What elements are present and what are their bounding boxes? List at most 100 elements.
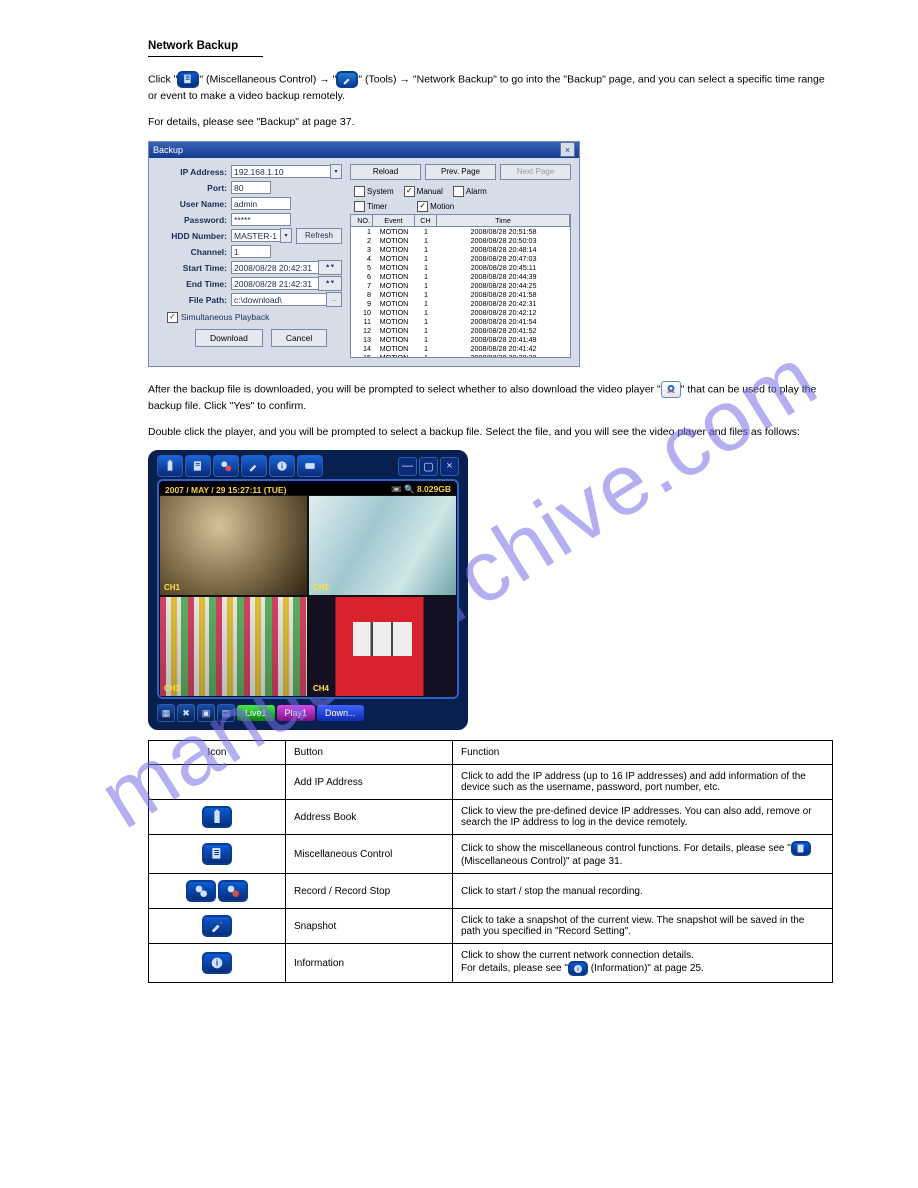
start-spinner[interactable]: ⯅⯆ [318, 260, 342, 275]
motion-checkbox[interactable]: ✓ [417, 201, 428, 212]
timer-checkbox[interactable] [354, 201, 365, 212]
live-tab[interactable]: Live1 [237, 705, 275, 721]
ip-field[interactable]: 192.168.1.10 [231, 165, 331, 178]
simul-label: Simultaneous Playback [181, 312, 269, 322]
record-stop-icon [218, 880, 248, 902]
download-button[interactable]: Download [195, 329, 263, 347]
system-checkbox[interactable] [354, 186, 365, 197]
table-row[interactable]: 5MOTION12008/08/28 20:45:11 [351, 263, 570, 272]
channel-4[interactable]: CH4 [308, 596, 457, 697]
dvr-control-icon[interactable] [297, 455, 323, 477]
dialog-title: Backup [153, 145, 183, 155]
cell-button: Add IP Address [286, 765, 453, 800]
next-page-button[interactable]: Next Page [500, 164, 571, 180]
port-field[interactable]: 80 [231, 181, 271, 194]
table-row[interactable]: 14MOTION12008/08/28 20:41:42 [351, 344, 570, 353]
browse-button[interactable]: … [326, 292, 342, 307]
start-time-field[interactable]: 2008/08/28 20:42:31 [231, 261, 319, 274]
dialog-titlebar[interactable]: Backup × [149, 142, 579, 158]
hdd-dropdown[interactable]: ▾ [280, 228, 292, 243]
user-field[interactable]: admin [231, 197, 291, 210]
label-path: File Path: [157, 295, 231, 305]
after-backup-paragraph: After the backup file is downloaded, you… [148, 381, 833, 414]
play-tab[interactable]: Play1 [277, 705, 316, 721]
manual-checkbox[interactable]: ✓ [404, 186, 415, 197]
table-row[interactable]: 2MOTION12008/08/28 20:50:03 [351, 236, 570, 245]
details-ref-paragraph: For details, please see "Backup" at page… [148, 114, 833, 130]
grid-icon[interactable]: ▦ [157, 704, 175, 722]
info-icon[interactable]: i [269, 455, 295, 477]
channel-field[interactable]: 1 [231, 245, 271, 258]
fullscreen-icon[interactable]: ▣ [197, 704, 215, 722]
misc-control-icon-inline [791, 841, 811, 856]
table-row[interactable]: 12MOTION12008/08/28 20:41:52 [351, 326, 570, 335]
channel-1[interactable]: CH1 [159, 495, 308, 596]
cell-button: Snapshot [286, 909, 453, 944]
th-icon: Icon [149, 741, 286, 765]
text: Click to show the miscellaneous control … [461, 843, 791, 854]
table-row[interactable]: 11MOTION12008/08/28 20:41:54 [351, 317, 570, 326]
player-prompt-paragraph: Double click the player, and you will be… [148, 424, 833, 440]
player-app-icon [661, 381, 681, 398]
minimize-icon[interactable]: — [398, 457, 417, 476]
snapshot-icon[interactable] [241, 455, 267, 477]
table-row: Address Book Click to view the pre-defin… [149, 800, 833, 835]
overlay-timestamp: 2007 / MAY / 29 15:27:11 (TUE) [165, 485, 286, 495]
channel-label: CH2 [313, 583, 329, 592]
close-icon[interactable]: × [560, 142, 575, 157]
hdd-field[interactable]: MASTER-1 [231, 229, 281, 242]
text: Click " [148, 73, 177, 85]
maximize-icon[interactable]: ▢ [419, 457, 438, 476]
label-pass: Password: [157, 215, 231, 225]
misc-control-icon[interactable] [213, 455, 239, 477]
backup-dialog: Backup × IP Address:192.168.1.10▾ Port:8… [148, 141, 580, 367]
add-device-icon[interactable] [157, 455, 183, 477]
misc-control-icon [177, 71, 199, 88]
table-row[interactable]: 7MOTION12008/08/28 20:44:25 [351, 281, 570, 290]
table-row[interactable]: 10MOTION12008/08/28 20:42:12 [351, 308, 570, 317]
refresh-button[interactable]: Refresh [296, 228, 342, 244]
event-table[interactable]: NO. Event CH Time 1MOTION12008/08/28 20:… [350, 214, 571, 358]
layout-icon[interactable]: ▤ [217, 704, 235, 722]
section-heading: Network Backup [148, 40, 833, 52]
simul-checkbox[interactable]: ✓ [167, 312, 178, 323]
intro-paragraph: Click "" (Miscellaneous Control) → "" (T… [148, 71, 833, 104]
table-row[interactable]: 9MOTION12008/08/28 20:42:31 [351, 299, 570, 308]
end-spinner[interactable]: ⯅⯆ [318, 276, 342, 291]
download-tab[interactable]: Down... [317, 705, 364, 721]
cell-function: Click to show the current network connec… [453, 944, 833, 983]
table-row[interactable]: 6MOTION12008/08/28 20:44:39 [351, 272, 570, 281]
col-time: Time [437, 215, 570, 226]
ip-dropdown[interactable]: ▾ [330, 164, 342, 179]
cancel-button[interactable]: Cancel [271, 329, 327, 347]
label-hdd: HDD Number: [157, 231, 231, 241]
table-row[interactable]: 8MOTION12008/08/28 20:41:58 [351, 290, 570, 299]
password-field[interactable]: ***** [231, 213, 291, 226]
close-icon[interactable]: × [440, 457, 459, 476]
heading-underline [148, 56, 263, 57]
video-player-window: i — ▢ × 2007 / MAY / 29 15:27:11 (TUE) 📼… [148, 450, 468, 730]
svg-text:i: i [216, 959, 218, 968]
snapshot-icon [202, 915, 232, 937]
table-row[interactable]: 3MOTION12008/08/28 20:48:14 [351, 245, 570, 254]
dialog-results: Reload Prev. Page Next Page System ✓Manu… [350, 164, 571, 358]
table-row[interactable]: 13MOTION12008/08/28 20:41:49 [351, 335, 570, 344]
end-time-field[interactable]: 2008/08/28 21:42:31 [231, 277, 319, 290]
filter-label: Manual [417, 187, 443, 196]
table-row: Record / Record Stop Click to start / st… [149, 874, 833, 909]
close-all-icon[interactable]: ✖ [177, 704, 195, 722]
channel-2[interactable]: CH2 [308, 495, 457, 596]
reload-button[interactable]: Reload [350, 164, 421, 180]
prev-page-button[interactable]: Prev. Page [425, 164, 496, 180]
table-row[interactable]: 1MOTION12008/08/28 20:51:58 [351, 227, 570, 236]
table-row: Add IP Address Click to add the IP addre… [149, 765, 833, 800]
svg-text:i: i [281, 463, 283, 470]
table-row[interactable]: 15MOTION12008/08/28 20:28:28 [351, 353, 570, 358]
player-screen: 2007 / MAY / 29 15:27:11 (TUE) 📼 🔍 8.029… [157, 479, 459, 699]
alarm-checkbox[interactable] [453, 186, 464, 197]
address-book-icon[interactable] [185, 455, 211, 477]
col-no: NO. [351, 215, 373, 226]
table-row[interactable]: 4MOTION12008/08/28 20:47:03 [351, 254, 570, 263]
channel-3[interactable]: CH3 [159, 596, 308, 697]
path-field[interactable]: c:\download\ [231, 293, 327, 306]
